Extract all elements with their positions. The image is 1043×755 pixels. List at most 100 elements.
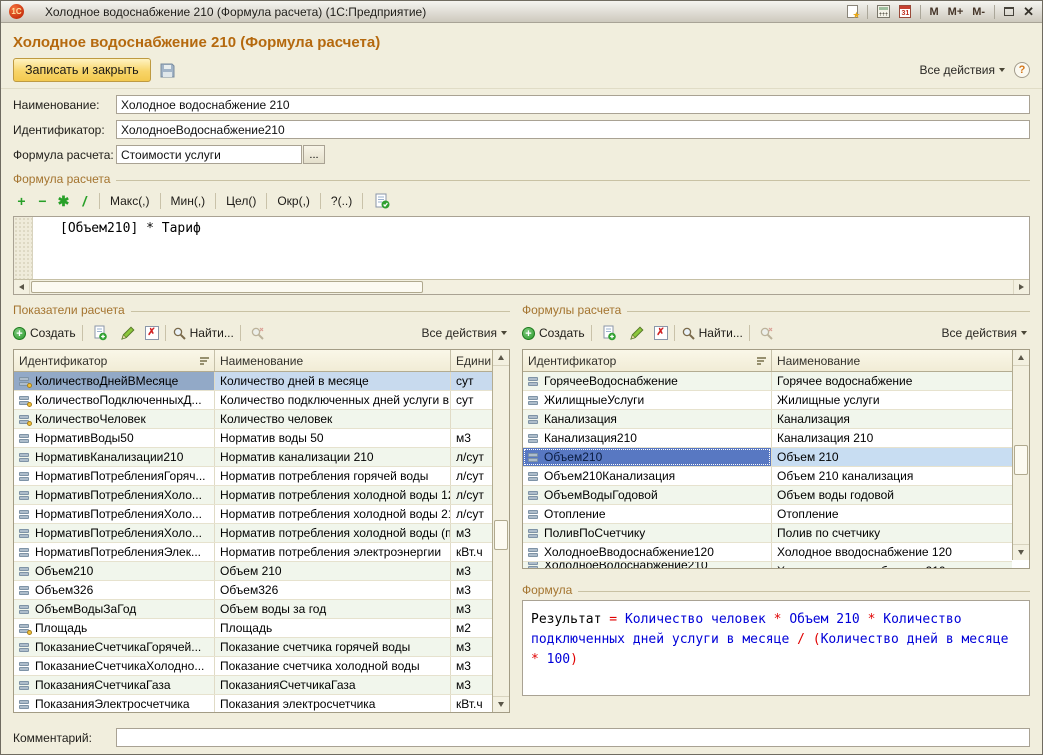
table-row[interactable]: КоличествоПодключенныхД...Количество под… (14, 391, 492, 410)
cell-name: Отопление (771, 505, 1012, 523)
plus-operator-button[interactable]: + (15, 193, 28, 209)
help-button[interactable]: ? (1014, 62, 1030, 78)
table-row[interactable]: КанализацияКанализация (523, 410, 1012, 429)
scrollbar-thumb[interactable] (1014, 445, 1028, 475)
find-button[interactable]: Найти... (681, 326, 743, 341)
column-header-identifier[interactable]: Идентификатор (523, 350, 771, 371)
cell-identifier: ПоказанияСчетчикаГаза (35, 676, 171, 694)
cell-name: Норматив потребления холодной воды 120 (214, 486, 450, 504)
table-row[interactable]: ХолодноеВодоснабжение210Холодное водосна… (523, 562, 1012, 568)
name-input[interactable] (116, 95, 1030, 114)
cell-name: Холодное водоснабжение 210 (771, 562, 1012, 568)
create-button[interactable]: + Создать (13, 326, 76, 340)
table-row[interactable]: ПоказаниеСчетчикаХолодно...Показание сче… (14, 657, 492, 676)
table-row[interactable]: НормативПотребленияХоло...Норматив потре… (14, 505, 492, 524)
scroll-right-icon[interactable] (1013, 280, 1029, 294)
minus-operator-button[interactable]: − (36, 193, 49, 209)
table-row[interactable]: ПоказанияСчетчикаГазаПоказанияСчетчикаГа… (14, 676, 492, 695)
formula-type-label: Формула расчета: (13, 148, 116, 162)
edit-pencil-icon[interactable] (626, 322, 648, 344)
identifier-input[interactable] (116, 120, 1030, 139)
table-row[interactable]: Канализация210Канализация 210 (523, 429, 1012, 448)
table-row[interactable]: ПлощадьПлощадьм2 (14, 619, 492, 638)
vertical-scrollbar[interactable] (1012, 350, 1029, 560)
min-function-button[interactable]: Мин(,) (169, 194, 208, 208)
favorites-icon[interactable] (847, 5, 858, 18)
delete-icon[interactable]: ✗ (654, 326, 668, 340)
table-row[interactable]: НормативПотребленияГоряч...Норматив потр… (14, 467, 492, 486)
multiply-operator-button[interactable]: ✱ (57, 193, 70, 210)
int-function-button[interactable]: Цел() (224, 194, 258, 208)
table-row[interactable]: НормативПотребленияХоло...Норматив потре… (14, 524, 492, 543)
table-row[interactable]: КоличествоДнейВМесяцеКоличество дней в м… (14, 372, 492, 391)
conditional-function-button[interactable]: ?(..) (329, 194, 354, 208)
table-row[interactable]: НормативКанализации210Норматив канализац… (14, 448, 492, 467)
find-button[interactable]: Найти... (172, 326, 234, 341)
vertical-scrollbar[interactable] (492, 350, 509, 712)
scroll-down-icon[interactable] (493, 696, 509, 712)
scroll-up-icon[interactable] (493, 350, 509, 366)
cell-name: Норматив канализации 210 (214, 448, 450, 466)
table-row[interactable]: НормативВоды50Норматив воды 50м3 (14, 429, 492, 448)
table-row[interactable]: НормативПотребленияЭлек...Норматив потре… (14, 543, 492, 562)
table-row[interactable]: ПоказаниеСчетчикаГорячей...Показание сче… (14, 638, 492, 657)
divide-operator-button[interactable]: / (78, 193, 91, 209)
choose-button[interactable]: ... (303, 145, 325, 164)
table-row[interactable]: Объем210КанализацияОбъем 210 канализация (523, 467, 1012, 486)
table-row[interactable]: ГорячееВодоснабжениеГорячее водоснабжени… (523, 372, 1012, 391)
max-function-button[interactable]: Макс(,) (108, 194, 152, 208)
table-row[interactable]: КоличествоЧеловекКоличество человек (14, 410, 492, 429)
table-row[interactable]: Объем210Объем 210м3 (14, 562, 492, 581)
indicators-all-actions-button[interactable]: Все действия (419, 326, 510, 340)
column-header-name[interactable]: Наименование (771, 350, 1012, 371)
column-header-identifier[interactable]: Идентификатор (14, 350, 214, 371)
table-row[interactable]: ОбъемВодыЗаГодОбъем воды за годм3 (14, 600, 492, 619)
close-icon[interactable]: ✕ (1023, 5, 1034, 18)
scroll-down-icon[interactable] (1013, 544, 1029, 560)
clear-search-icon[interactable] (756, 322, 778, 344)
scroll-up-icon[interactable] (1013, 350, 1029, 366)
table-row[interactable]: ЖилищныеУслугиЖилищные услуги (523, 391, 1012, 410)
maximize-icon[interactable] (1004, 7, 1014, 16)
horizontal-scrollbar[interactable] (14, 279, 1029, 294)
scrollbar-thumb[interactable] (494, 520, 508, 550)
formulas-all-actions-button[interactable]: Все действия (939, 326, 1030, 340)
copy-icon[interactable] (89, 322, 111, 344)
all-actions-label: Все действия (422, 326, 497, 340)
memory-minus-button[interactable]: M- (972, 6, 985, 18)
table-row[interactable]: ОбъемВодыГодовойОбъем воды годовой (523, 486, 1012, 505)
copy-icon[interactable] (598, 322, 620, 344)
calendar-icon[interactable] (899, 5, 911, 18)
formulas-table-body: ГорячееВодоснабжениеГорячее водоснабжени… (523, 372, 1012, 568)
table-row[interactable]: НормативПотребленияХоло...Норматив потре… (14, 486, 492, 505)
table-row[interactable]: ХолодноеВводоснабжение120Холодное вводос… (523, 543, 1012, 562)
table-row[interactable]: ПоказанияЭлектросчетчикаПоказания электр… (14, 695, 492, 712)
formula-editor[interactable]: [Объем210] * Тариф (13, 216, 1030, 295)
clear-search-icon[interactable] (247, 322, 269, 344)
table-row[interactable]: Объем326Объем326м3 (14, 581, 492, 600)
create-button[interactable]: + Создать (522, 326, 585, 340)
delete-icon[interactable]: ✗ (145, 326, 159, 340)
calculator-icon[interactable] (877, 5, 890, 18)
all-actions-button[interactable]: Все действия (917, 63, 1008, 77)
table-row[interactable]: ПоливПоСчетчикуПолив по счетчику (523, 524, 1012, 543)
save-and-close-button[interactable]: Записать и закрыть (13, 58, 151, 82)
formula-type-input[interactable] (116, 145, 302, 164)
cell-identifier: Площадь (35, 619, 87, 637)
memory-button[interactable]: M (930, 6, 939, 18)
scroll-left-icon[interactable] (14, 280, 30, 294)
table-row[interactable]: Объем210Объем 210 (523, 448, 1012, 467)
save-icon[interactable] (157, 59, 179, 81)
round-function-button[interactable]: Окр(,) (275, 194, 312, 208)
scrollbar-thumb[interactable] (31, 281, 423, 293)
separator (266, 193, 267, 209)
edit-pencil-icon[interactable] (117, 322, 139, 344)
column-header-unit[interactable]: Едини... (450, 350, 492, 371)
comment-input[interactable] (116, 728, 1030, 747)
check-formula-icon[interactable] (371, 190, 393, 212)
cell-name: Норматив воды 50 (214, 429, 450, 447)
memory-plus-button[interactable]: M+ (948, 6, 964, 18)
table-row[interactable]: ОтоплениеОтопление (523, 505, 1012, 524)
formula-editor-text[interactable]: [Объем210] * Тариф (34, 221, 1027, 236)
column-header-name[interactable]: Наименование (214, 350, 450, 371)
